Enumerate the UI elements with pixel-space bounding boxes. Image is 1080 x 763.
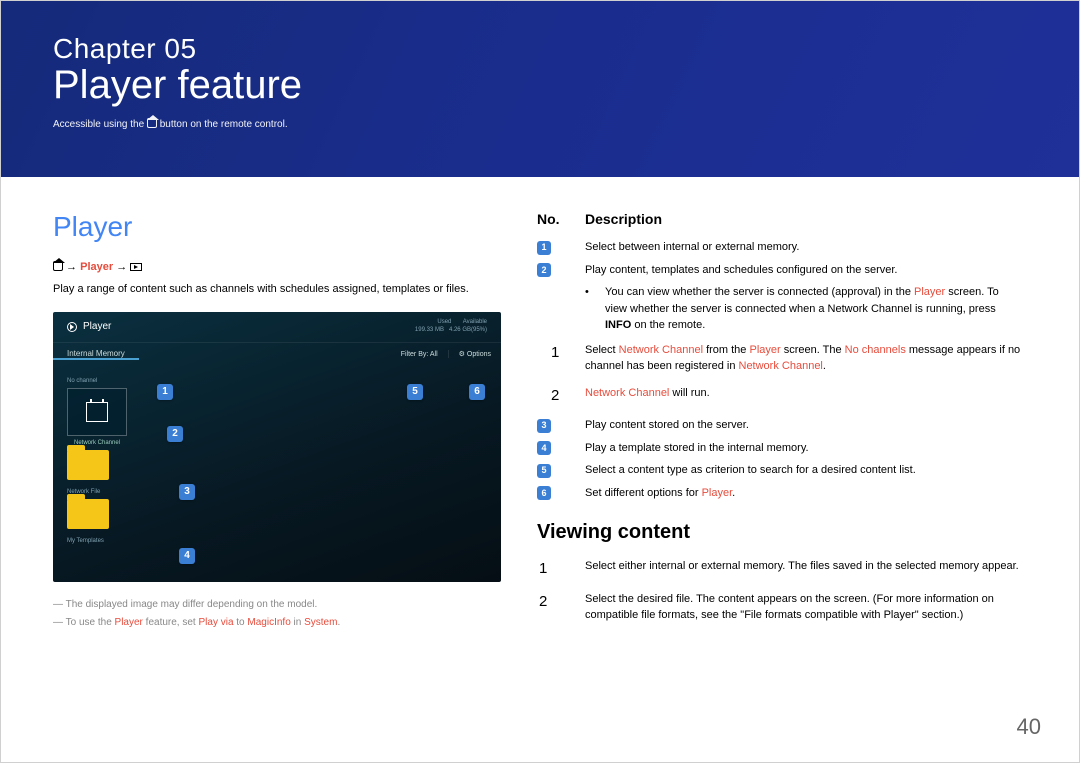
badge-5: 5 <box>537 464 551 478</box>
play-icon <box>67 322 77 332</box>
step-number-2: 2 <box>537 591 585 624</box>
desc-row-3: 3 Play content stored on the server. <box>537 417 1021 434</box>
viewing-heading: Viewing content <box>537 521 1021 544</box>
section-no-channel: No channel <box>67 378 487 384</box>
desc-row-4: 4 Play a template stored in the internal… <box>537 440 1021 457</box>
accessible-note: Accessible using the button on the remot… <box>53 118 1027 130</box>
player-heading: Player <box>53 211 511 243</box>
home-icon <box>147 118 157 128</box>
path-player: Player <box>80 261 113 273</box>
scr-tabs: Internal Memory Filter By: All ⚙ Options <box>53 342 501 366</box>
calendar-icon <box>86 402 108 422</box>
badge-4: 4 <box>537 441 551 455</box>
viewing-step-2: 2 Select the desired file. The content a… <box>537 591 1021 624</box>
callout-1: 1 <box>157 384 173 400</box>
callout-2: 2 <box>167 426 183 442</box>
col-no: No. <box>537 211 585 227</box>
row2-step2: 2 Network Channel will run. <box>537 385 1021 408</box>
callout-5: 5 <box>407 384 423 400</box>
filter-dropdown[interactable]: Filter By: All <box>391 351 448 358</box>
section-my-templates: My Templates <box>67 538 487 544</box>
col-desc: Description <box>585 211 662 227</box>
desc-row-6: 6 Set different options for Player. <box>537 485 1021 502</box>
nav-path: → Player → <box>53 261 511 273</box>
scr-title: Player <box>83 321 111 332</box>
chapter-hero: Chapter 05 Player feature Accessible usi… <box>1 1 1079 177</box>
scr-storage-stats: Used Available 199.33 MB 4.26 GB(95%) <box>415 319 487 333</box>
badge-6: 6 <box>537 486 551 500</box>
tile-network-channel[interactable]: Network Channel <box>67 388 127 446</box>
callout-4: 4 <box>179 548 195 564</box>
player-intro: Play a range of content such as channels… <box>53 281 511 298</box>
viewing-step-1: 1 Select either internal or external mem… <box>537 558 1021 581</box>
tile-folder-2[interactable] <box>67 499 109 529</box>
home-icon <box>53 261 63 271</box>
badge-1: 1 <box>537 241 551 255</box>
desc-row-1: 1 Select between internal or external me… <box>537 239 1021 256</box>
folder-icon <box>67 499 109 529</box>
left-column: Player → Player → Play a range of conten… <box>1 177 511 634</box>
desc-row-5: 5 Select a content type as criterion to … <box>537 462 1021 479</box>
chapter-title: Player feature <box>53 63 1027 108</box>
page-number: 40 <box>1017 714 1041 740</box>
chapter-label: Chapter 05 <box>53 33 1027 65</box>
step-number-1: 1 <box>537 342 585 375</box>
table-header: No. Description <box>537 211 1021 227</box>
footnotes: ― The displayed image may differ dependi… <box>53 596 511 632</box>
step-number-2: 2 <box>537 385 585 408</box>
desc-row-2: 2 Play content, templates and schedules … <box>537 262 1021 279</box>
note-1: ― The displayed image may differ dependi… <box>53 596 511 614</box>
player-screenshot: Player Used Available 199.33 MB 4.26 GB(… <box>53 312 501 582</box>
row2-step1: 1 Select Network Channel from the Player… <box>537 342 1021 375</box>
tab-internal-memory[interactable]: Internal Memory <box>53 349 139 360</box>
right-column: No. Description 1 Select between interna… <box>511 177 1051 634</box>
document-page: Chapter 05 Player feature Accessible usi… <box>0 0 1080 763</box>
step-number-1: 1 <box>537 558 585 581</box>
row2-bullet: • You can view whether the server is con… <box>585 284 1021 334</box>
tile-folder-1[interactable] <box>67 450 109 480</box>
content-columns: Player → Player → Play a range of conten… <box>1 177 1079 634</box>
callout-6: 6 <box>469 384 485 400</box>
folder-icon <box>67 450 109 480</box>
note-2: ― To use the Player feature, set Play vi… <box>53 614 511 632</box>
callout-3: 3 <box>179 484 195 500</box>
enter-icon <box>130 263 142 271</box>
badge-2: 2 <box>537 263 551 277</box>
section-network-file: Network File <box>67 489 487 495</box>
scr-body: No channel Network Channel Network File … <box>53 368 501 582</box>
badge-3: 3 <box>537 419 551 433</box>
scr-titlebar: Player Used Available 199.33 MB 4.26 GB(… <box>53 312 501 342</box>
options-button[interactable]: ⚙ Options <box>448 350 501 358</box>
